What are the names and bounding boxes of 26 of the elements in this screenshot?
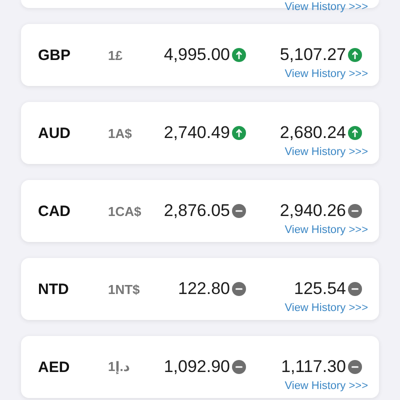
buy-rate: 122.80 bbox=[178, 279, 230, 299]
buy-rate: 2,740.49 bbox=[164, 123, 230, 143]
buy-rate: 2,876.05 bbox=[164, 201, 230, 221]
buy-rate: 1,092.90 bbox=[164, 357, 230, 377]
currency-unit: 1CA$ bbox=[108, 204, 142, 218]
currency-unit: 1£ bbox=[108, 48, 124, 62]
buy-rate: 4,995.00 bbox=[164, 45, 230, 65]
currency-code: AED bbox=[38, 358, 71, 376]
sell-rate: 1,117.30 bbox=[281, 357, 346, 377]
currency-code: GBP bbox=[38, 46, 72, 64]
sell-rate: 2,940.26 bbox=[280, 201, 346, 221]
currency-unit: 1NT$ bbox=[108, 282, 141, 296]
currency-code: NTD bbox=[38, 280, 70, 298]
view-history-link[interactable]: View History >>> bbox=[284, 302, 368, 314]
currency-code: CAD bbox=[38, 202, 72, 220]
currency-unit: 1د.إ bbox=[108, 359, 131, 375]
view-history-link[interactable]: View History >>> bbox=[284, 224, 368, 236]
sell-rate: 125.54 bbox=[294, 279, 346, 299]
view-history-link[interactable]: View History >>> bbox=[284, 146, 368, 158]
view-history-link[interactable]: View History >>> bbox=[284, 380, 368, 392]
currency-code: AUD bbox=[38, 124, 72, 142]
view-history-link[interactable]: View History >>> bbox=[284, 68, 368, 80]
sell-rate: 2,680.24 bbox=[280, 123, 346, 143]
sell-rate: 5,107.27 bbox=[280, 45, 346, 65]
currency-unit: 1A$ bbox=[108, 126, 133, 140]
view-history-link[interactable]: View History >>> bbox=[284, 2, 368, 12]
